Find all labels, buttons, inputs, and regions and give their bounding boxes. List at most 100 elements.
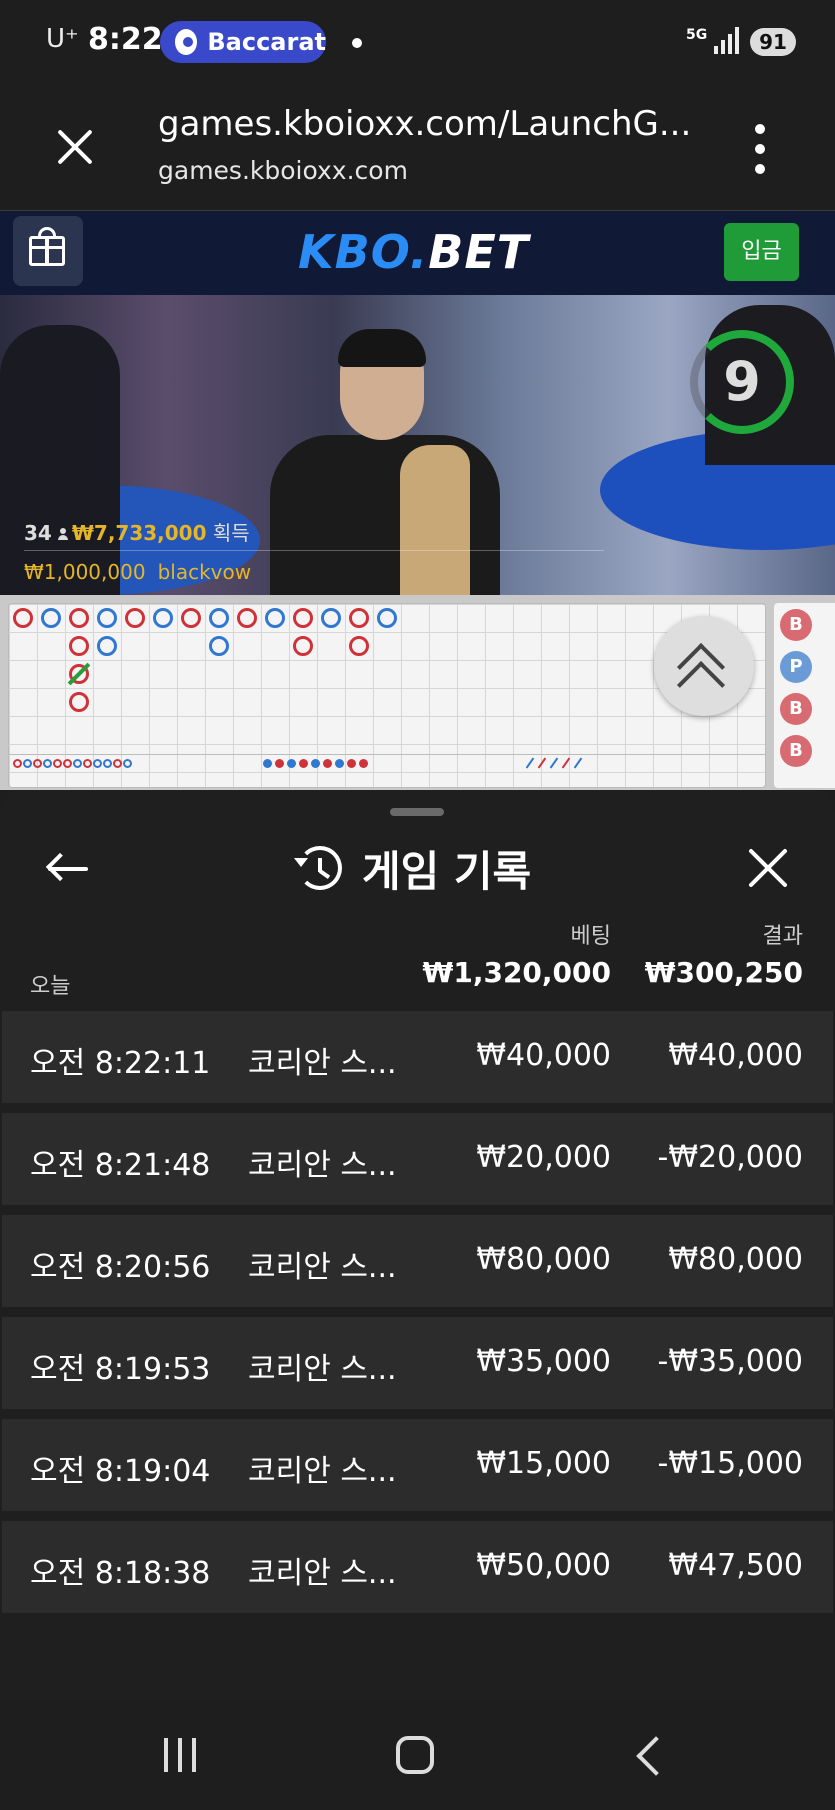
site-logo[interactable]: KBO.BET bbox=[298, 225, 529, 279]
small-road-mark bbox=[561, 757, 571, 769]
row-bet: ₩80,000 bbox=[476, 1242, 611, 1277]
winnings-label: 획득 bbox=[212, 521, 250, 545]
small-road-mark bbox=[525, 757, 535, 769]
date-group-label: 오늘 bbox=[30, 974, 71, 999]
total-result: ₩300,250 bbox=[644, 956, 803, 989]
history-icon bbox=[294, 846, 342, 890]
bead-player: P bbox=[780, 651, 812, 683]
road-marker-player bbox=[265, 608, 285, 628]
small-road-mark bbox=[537, 757, 547, 769]
row-game: 코리안 스... bbox=[248, 1556, 397, 1591]
bead-road[interactable]: BPBB bbox=[774, 603, 835, 788]
carrier-label: U⁺ bbox=[46, 24, 79, 54]
road-marker-player bbox=[153, 608, 173, 628]
dealer-figure bbox=[270, 329, 500, 595]
network-type: 5G bbox=[686, 27, 708, 43]
road-marker-banker bbox=[293, 636, 313, 656]
small-road-mark bbox=[123, 759, 132, 768]
expand-button[interactable] bbox=[654, 616, 754, 716]
history-row[interactable]: 오전 8:18:38 코리안 스... ₩50,000 ₩47,500 bbox=[2, 1521, 833, 1613]
history-row[interactable]: 오전 8:20:56 코리안 스... ₩80,000 ₩80,000 bbox=[2, 1215, 833, 1307]
column-header-result: 결과 bbox=[762, 924, 803, 949]
row-time: 오전 8:20:56 bbox=[30, 1250, 211, 1285]
player-count: 34 bbox=[24, 521, 52, 545]
sheet-drag-handle[interactable] bbox=[390, 808, 444, 816]
page-url-title[interactable]: games.kboioxx.com/LaunchG... bbox=[158, 104, 691, 144]
small-road-mark bbox=[359, 759, 368, 768]
last-bet-user: blackvow bbox=[157, 560, 252, 584]
road-marker-banker bbox=[69, 608, 89, 628]
close-icon[interactable] bbox=[744, 844, 792, 892]
small-road-mark bbox=[93, 759, 102, 768]
site-header: KBO.BET 입금 bbox=[0, 211, 835, 295]
small-road-mark bbox=[275, 759, 284, 768]
close-icon[interactable] bbox=[52, 124, 98, 170]
road-marker-banker bbox=[349, 636, 369, 656]
small-road-mark bbox=[573, 757, 583, 769]
history-row[interactable]: 오전 8:21:48 코리안 스... ₩20,000 -₩20,000 bbox=[2, 1113, 833, 1205]
small-road-mark bbox=[13, 759, 22, 768]
small-road-mark bbox=[83, 759, 92, 768]
home-icon[interactable] bbox=[396, 1736, 434, 1774]
history-row[interactable]: 오전 8:19:53 코리안 스... ₩35,000 -₩35,000 bbox=[2, 1317, 833, 1409]
chrome-icon bbox=[175, 29, 198, 55]
road-marker-banker bbox=[13, 608, 33, 628]
column-header-bet: 베팅 bbox=[570, 924, 611, 949]
road-marker-banker bbox=[69, 692, 89, 712]
signal-icon bbox=[714, 26, 740, 54]
row-result: -₩20,000 bbox=[657, 1140, 803, 1175]
recent-apps-icon[interactable] bbox=[164, 1738, 198, 1772]
small-road-mark bbox=[63, 759, 72, 768]
small-road-mark bbox=[311, 759, 320, 768]
browser-toolbar: games.kboioxx.com/LaunchG... games.kboio… bbox=[0, 84, 835, 211]
small-road-mark bbox=[287, 759, 296, 768]
small-road-mark bbox=[33, 759, 42, 768]
small-road-mark bbox=[263, 759, 272, 768]
back-icon[interactable] bbox=[636, 1736, 676, 1776]
road-marker-banker bbox=[181, 608, 201, 628]
small-road-mark bbox=[103, 759, 112, 768]
page-domain: games.kboioxx.com bbox=[158, 156, 408, 185]
row-bet: ₩15,000 bbox=[476, 1446, 611, 1481]
history-row[interactable]: 오전 8:22:11 코리안 스... ₩40,000 ₩40,000 bbox=[2, 1011, 833, 1103]
row-result: ₩80,000 bbox=[668, 1242, 803, 1277]
small-road-mark bbox=[347, 759, 356, 768]
small-road-mark bbox=[73, 759, 82, 768]
deposit-button[interactable]: 입금 bbox=[724, 223, 799, 281]
system-nav-bar bbox=[0, 1700, 835, 1810]
total-bet: ₩1,320,000 bbox=[422, 956, 611, 989]
countdown-timer: 9 bbox=[690, 330, 794, 434]
live-video[interactable]: 9 34 ₩7,733,000 획득 ₩1,000,000 blackvow bbox=[0, 295, 835, 595]
row-game: 코리안 스... bbox=[248, 1148, 397, 1183]
more-vert-icon[interactable] bbox=[750, 124, 770, 174]
road-marker-player bbox=[41, 608, 61, 628]
road-marker-banker bbox=[349, 608, 369, 628]
small-road-mark bbox=[53, 759, 62, 768]
row-time: 오전 8:21:48 bbox=[30, 1148, 211, 1183]
row-game: 코리안 스... bbox=[248, 1352, 397, 1387]
active-app-pill[interactable]: Baccarat bbox=[160, 21, 326, 63]
row-bet: ₩50,000 bbox=[476, 1548, 611, 1583]
bead-banker: B bbox=[780, 693, 812, 725]
bead-banker: B bbox=[780, 609, 812, 641]
history-row[interactable]: 오전 8:19:04 코리안 스... ₩15,000 -₩15,000 bbox=[2, 1419, 833, 1511]
row-time: 오전 8:22:11 bbox=[30, 1046, 211, 1081]
road-marker-player bbox=[97, 636, 117, 656]
small-road-mark bbox=[113, 759, 122, 768]
small-road-mark bbox=[549, 757, 559, 769]
road-marker-banker bbox=[69, 636, 89, 656]
arrow-left-icon[interactable] bbox=[44, 846, 90, 892]
row-result: ₩40,000 bbox=[668, 1038, 803, 1073]
row-game: 코리안 스... bbox=[248, 1046, 397, 1081]
big-road[interactable] bbox=[8, 603, 766, 788]
bead-banker: B bbox=[780, 735, 812, 767]
gift-button[interactable] bbox=[13, 216, 83, 286]
road-marker-player bbox=[209, 636, 229, 656]
last-bet: ₩1,000,000 blackvow bbox=[24, 560, 251, 584]
person-icon bbox=[57, 528, 68, 540]
history-list: 오전 8:22:11 코리안 스... ₩40,000 ₩40,000 오전 8… bbox=[2, 1011, 833, 1623]
row-time: 오전 8:19:04 bbox=[30, 1454, 211, 1489]
road-marker-banker bbox=[237, 608, 257, 628]
road-marker-banker bbox=[125, 608, 145, 628]
derived-roads bbox=[9, 754, 765, 773]
